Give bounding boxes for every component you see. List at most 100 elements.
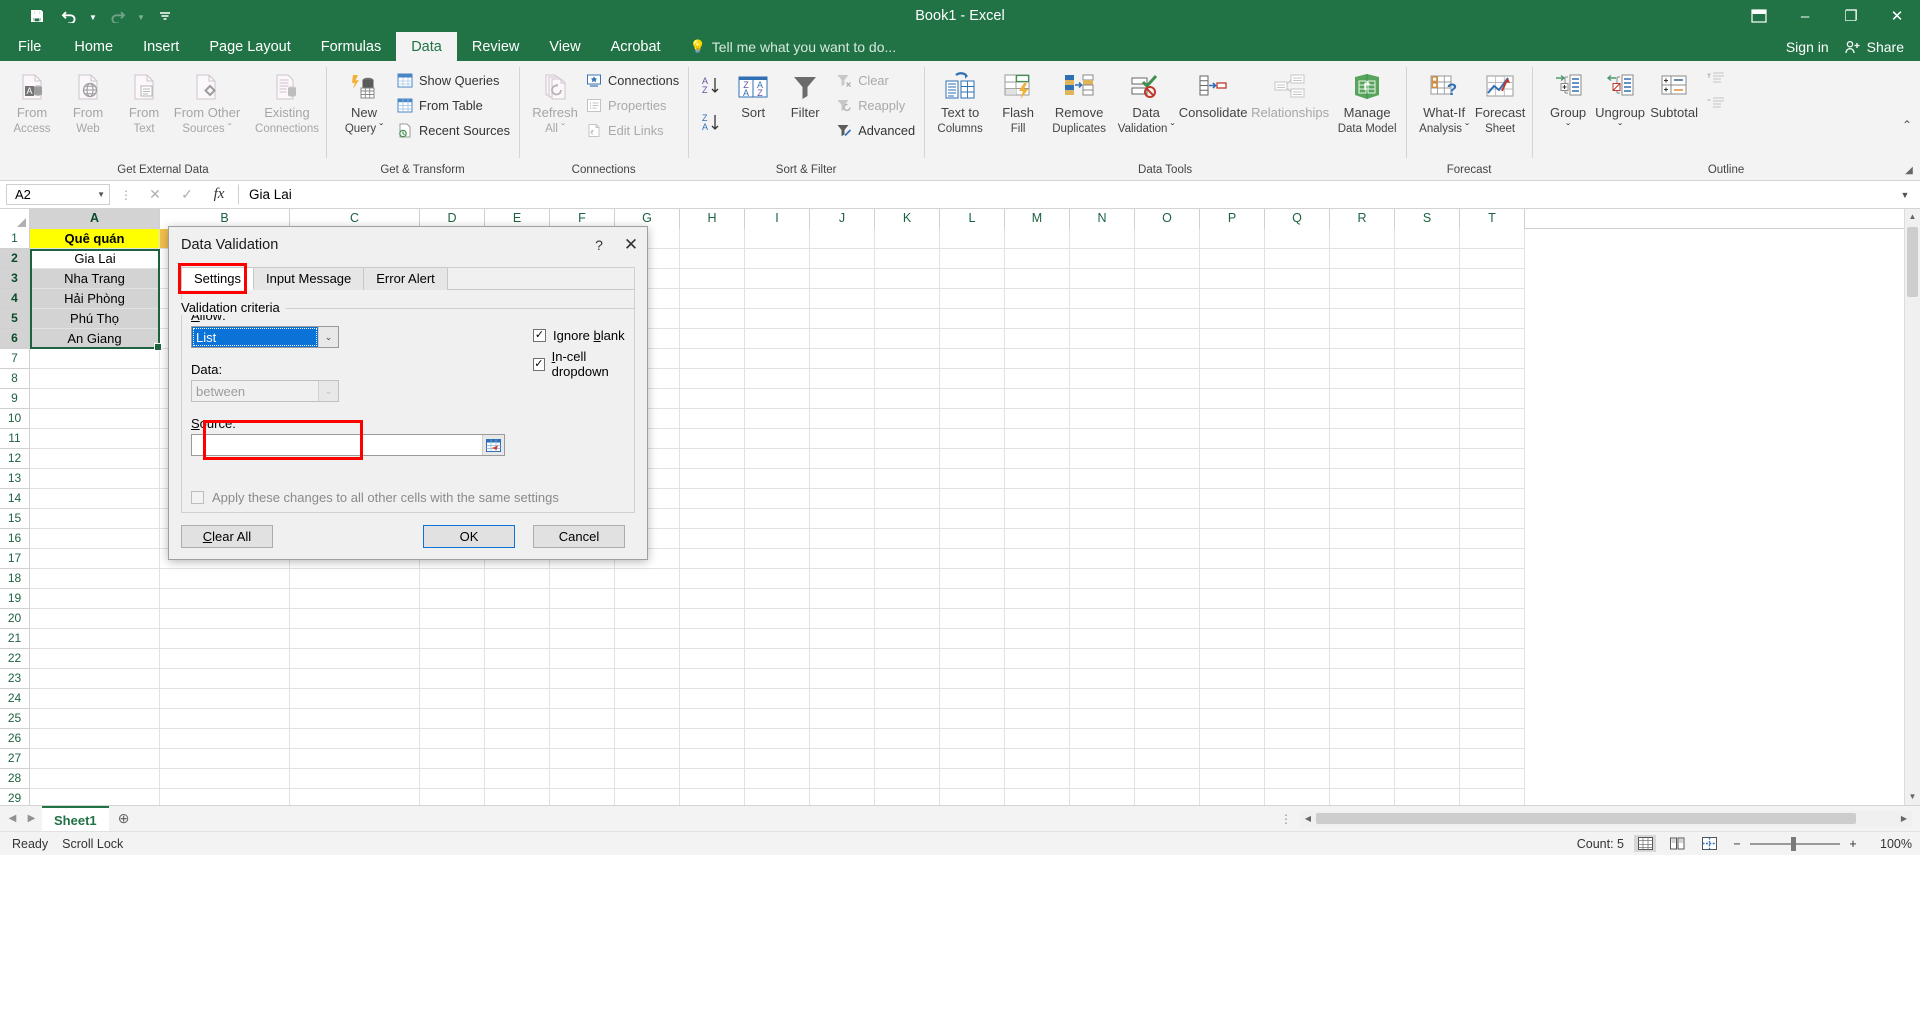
cell-G26[interactable] — [615, 729, 680, 749]
cell-J24[interactable] — [810, 689, 875, 709]
cell-I2[interactable] — [745, 249, 810, 269]
row-header-9[interactable]: 9 — [0, 389, 30, 409]
cell-L26[interactable] — [940, 729, 1005, 749]
cell-N5[interactable] — [1070, 309, 1135, 329]
cell-T18[interactable] — [1460, 569, 1525, 589]
cell-A22[interactable] — [30, 649, 160, 669]
cell-C23[interactable] — [290, 669, 420, 689]
cell-L11[interactable] — [940, 429, 1005, 449]
cell-A26[interactable] — [30, 729, 160, 749]
cell-P20[interactable] — [1200, 609, 1265, 629]
cell-P2[interactable] — [1200, 249, 1265, 269]
cell-G28[interactable] — [615, 769, 680, 789]
cell-S12[interactable] — [1395, 449, 1460, 469]
cell-G20[interactable] — [615, 609, 680, 629]
cell-E26[interactable] — [485, 729, 550, 749]
cell-O6[interactable] — [1135, 329, 1200, 349]
cell-Q22[interactable] — [1265, 649, 1330, 669]
cell-M14[interactable] — [1005, 489, 1070, 509]
zoom-track[interactable] — [1750, 836, 1840, 851]
save-icon[interactable] — [22, 3, 52, 29]
cell-I8[interactable] — [745, 369, 810, 389]
cell-Q23[interactable] — [1265, 669, 1330, 689]
cell-K13[interactable] — [875, 469, 940, 489]
cell-B26[interactable] — [160, 729, 290, 749]
cell-O24[interactable] — [1135, 689, 1200, 709]
insert-function-icon[interactable]: fx — [206, 186, 232, 203]
column-header-K[interactable]: K — [875, 209, 940, 229]
cell-S9[interactable] — [1395, 389, 1460, 409]
cell-J16[interactable] — [810, 529, 875, 549]
subtotal-button[interactable]: Subtotal — [1646, 65, 1702, 123]
cell-J18[interactable] — [810, 569, 875, 589]
restore-button[interactable]: ❐ — [1828, 0, 1874, 32]
cell-M26[interactable] — [1005, 729, 1070, 749]
cell-L15[interactable] — [940, 509, 1005, 529]
cell-A23[interactable] — [30, 669, 160, 689]
data-dropdown-icon[interactable]: ⌄ — [318, 381, 338, 401]
column-header-M[interactable]: M — [1005, 209, 1070, 229]
cell-R18[interactable] — [1330, 569, 1395, 589]
cell-S22[interactable] — [1395, 649, 1460, 669]
cell-K1[interactable] — [875, 229, 940, 249]
cell-K5[interactable] — [875, 309, 940, 329]
cell-R29[interactable] — [1330, 789, 1395, 805]
tell-me-box[interactable]: 💡 Tell me what you want to do... — [676, 32, 897, 61]
cell-M1[interactable] — [1005, 229, 1070, 249]
cell-B21[interactable] — [160, 629, 290, 649]
cell-O2[interactable] — [1135, 249, 1200, 269]
cell-C28[interactable] — [290, 769, 420, 789]
cell-N4[interactable] — [1070, 289, 1135, 309]
cell-I14[interactable] — [745, 489, 810, 509]
first-sheet-icon[interactable]: ◀ — [4, 813, 21, 824]
cell-T2[interactable] — [1460, 249, 1525, 269]
cell-A8[interactable] — [30, 369, 160, 389]
cell-L5[interactable] — [940, 309, 1005, 329]
cell-Q2[interactable] — [1265, 249, 1330, 269]
cell-A16[interactable] — [30, 529, 160, 549]
cell-I1[interactable] — [745, 229, 810, 249]
name-box-dropdown-icon[interactable]: ▼ — [97, 190, 105, 199]
cell-T22[interactable] — [1460, 649, 1525, 669]
cell-I25[interactable] — [745, 709, 810, 729]
cell-I12[interactable] — [745, 449, 810, 469]
scroll-up-icon[interactable]: ▲ — [1905, 209, 1920, 225]
cell-S7[interactable] — [1395, 349, 1460, 369]
cell-N7[interactable] — [1070, 349, 1135, 369]
column-header-L[interactable]: L — [940, 209, 1005, 229]
sort-ascending-button[interactable]: AZ — [700, 75, 724, 97]
horizontal-scroll-thumb[interactable] — [1316, 812, 1856, 824]
row-header-24[interactable]: 24 — [0, 689, 30, 709]
cell-Q3[interactable] — [1265, 269, 1330, 289]
collapse-ribbon-icon[interactable]: ⌃ — [1902, 118, 1912, 132]
cell-Q13[interactable] — [1265, 469, 1330, 489]
vertical-scrollbar[interactable]: ▲ ▼ — [1904, 209, 1920, 805]
zoom-out-button[interactable]: − — [1730, 837, 1744, 851]
cell-L13[interactable] — [940, 469, 1005, 489]
cell-T28[interactable] — [1460, 769, 1525, 789]
cell-A12[interactable] — [30, 449, 160, 469]
cell-E23[interactable] — [485, 669, 550, 689]
hide-detail-button[interactable] — [1702, 92, 1730, 115]
cell-H12[interactable] — [680, 449, 745, 469]
cell-L24[interactable] — [940, 689, 1005, 709]
row-header-8[interactable]: 8 — [0, 369, 30, 389]
cell-F27[interactable] — [550, 749, 615, 769]
cell-Q1[interactable] — [1265, 229, 1330, 249]
column-header-I[interactable]: I — [745, 209, 810, 229]
cell-L28[interactable] — [940, 769, 1005, 789]
zoom-percentage[interactable]: 100% — [1870, 837, 1912, 851]
cell-P6[interactable] — [1200, 329, 1265, 349]
cell-N24[interactable] — [1070, 689, 1135, 709]
cell-M12[interactable] — [1005, 449, 1070, 469]
cell-N28[interactable] — [1070, 769, 1135, 789]
cell-P24[interactable] — [1200, 689, 1265, 709]
cell-F28[interactable] — [550, 769, 615, 789]
close-button[interactable]: ✕ — [1874, 0, 1920, 32]
cell-E29[interactable] — [485, 789, 550, 805]
cell-O10[interactable] — [1135, 409, 1200, 429]
row-header-11[interactable]: 11 — [0, 429, 30, 449]
cell-R22[interactable] — [1330, 649, 1395, 669]
cell-N26[interactable] — [1070, 729, 1135, 749]
cell-B20[interactable] — [160, 609, 290, 629]
